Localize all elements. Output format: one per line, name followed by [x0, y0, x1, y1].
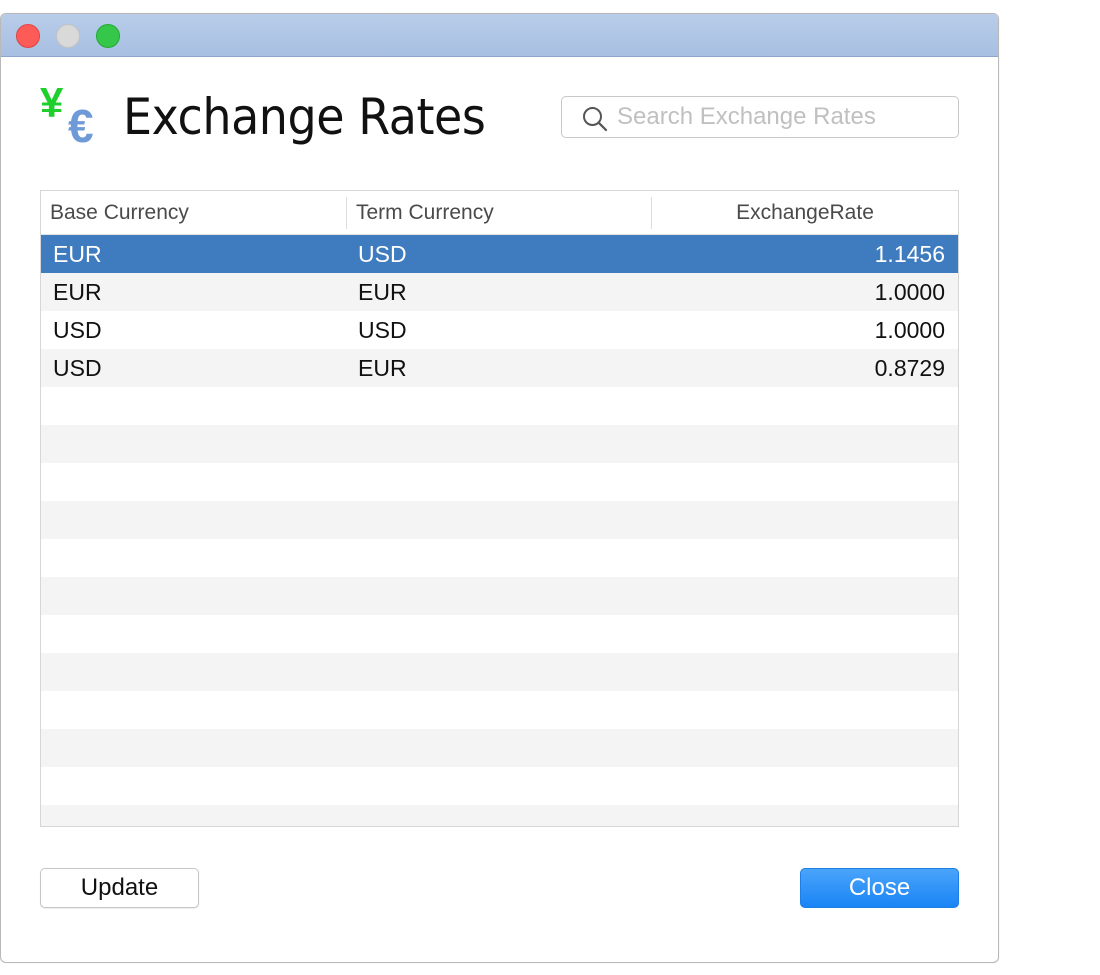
close-button[interactable]: Close: [800, 868, 959, 908]
base-currency-cell: USD: [53, 355, 102, 381]
table-header: Base Currency Term Currency ExchangeRate: [41, 191, 958, 235]
term-currency-cell: EUR: [358, 279, 407, 305]
term-currency-cell: USD: [358, 317, 407, 343]
table-row[interactable]: USD USD 1.0000: [41, 311, 958, 349]
column-header-exchange-rate[interactable]: ExchangeRate: [652, 191, 958, 234]
empty-table-row: [41, 615, 958, 653]
exchange-rates-table[interactable]: Base Currency Term Currency ExchangeRate…: [40, 190, 959, 827]
zoom-window-button[interactable]: [96, 24, 120, 48]
base-currency-cell: EUR: [53, 241, 102, 267]
empty-table-row: [41, 387, 958, 425]
exchange-rate-cell: 0.8729: [874, 355, 945, 381]
euro-symbol-icon: €: [68, 100, 94, 152]
column-divider[interactable]: [346, 197, 347, 229]
column-header-term-currency[interactable]: Term Currency: [356, 191, 651, 234]
search-input[interactable]: [617, 102, 947, 132]
exchange-rate-cell: 1.1456: [874, 241, 945, 267]
table-row[interactable]: USD EUR 0.8729: [41, 349, 958, 387]
empty-table-row: [41, 691, 958, 729]
table-body: EUR USD 1.1456 EUR EUR 1.0000 USD USD 1.0000 USD E…: [41, 235, 958, 826]
empty-table-row: [41, 425, 958, 463]
close-window-button[interactable]: [16, 24, 40, 48]
page-title: Exchange Rates: [123, 88, 486, 146]
update-button[interactable]: Update: [40, 868, 199, 908]
base-currency-cell: USD: [53, 317, 102, 343]
table-row[interactable]: EUR EUR 1.0000: [41, 273, 958, 311]
empty-table-row: [41, 729, 958, 767]
empty-table-row: [41, 501, 958, 539]
table-row[interactable]: EUR USD 1.1456: [41, 235, 958, 273]
yen-euro-icon: ¥ €: [38, 82, 108, 152]
base-currency-cell: EUR: [53, 279, 102, 305]
term-currency-cell: EUR: [358, 355, 407, 381]
empty-table-row: [41, 805, 958, 826]
search-icon: [583, 107, 608, 132]
empty-table-row: [41, 767, 958, 805]
term-currency-cell: USD: [358, 241, 407, 267]
search-field[interactable]: [561, 96, 959, 138]
column-header-base-currency[interactable]: Base Currency: [50, 191, 345, 234]
yen-symbol-icon: ¥: [40, 79, 64, 126]
empty-table-row: [41, 577, 958, 615]
title-bar[interactable]: [1, 14, 998, 57]
exchange-rate-cell: 1.0000: [874, 279, 945, 305]
empty-table-row: [41, 539, 958, 577]
empty-table-row: [41, 463, 958, 501]
empty-table-row: [41, 653, 958, 691]
minimize-window-button[interactable]: [56, 24, 80, 48]
exchange-rate-cell: 1.0000: [874, 317, 945, 343]
